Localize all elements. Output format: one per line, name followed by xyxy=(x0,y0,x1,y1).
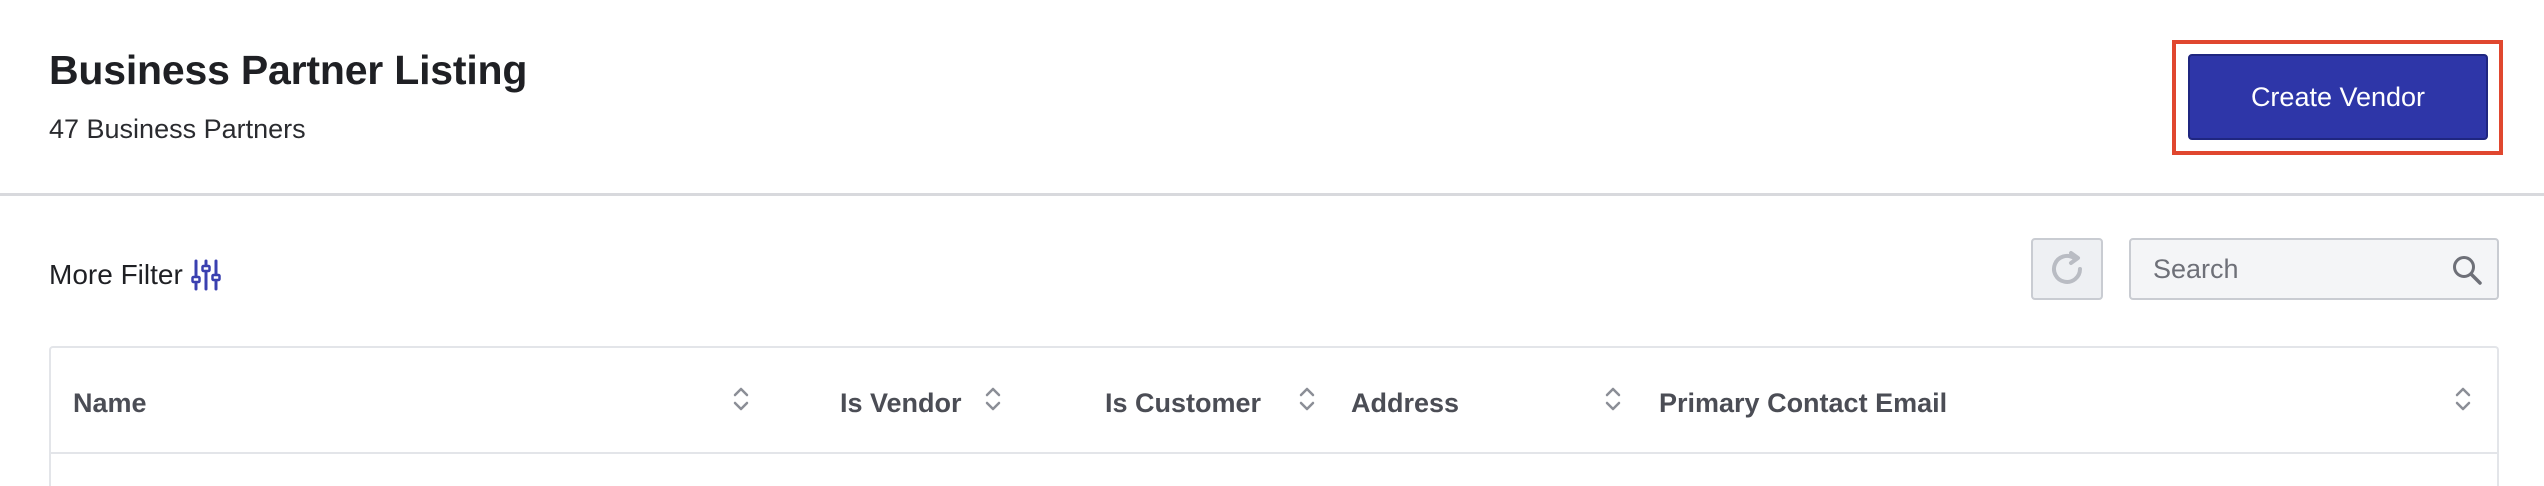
refresh-button[interactable] xyxy=(2031,238,2103,300)
search-input[interactable] xyxy=(2131,240,2453,298)
sliders-icon xyxy=(191,258,221,292)
page-header: Business Partner Listing 47 Business Par… xyxy=(0,0,2544,196)
partners-table: Name Is Vendor Is Customer Address Prima… xyxy=(49,346,2499,486)
table-toolbar: More Filter xyxy=(0,196,2544,346)
create-vendor-button[interactable]: Create Vendor xyxy=(2188,54,2488,140)
column-header-address[interactable]: Address xyxy=(1351,348,1641,452)
page-title: Business Partner Listing xyxy=(49,47,528,93)
column-label-primary-contact-email: Primary Contact Email xyxy=(1659,388,1948,418)
column-label-name: Name xyxy=(73,388,147,418)
more-filter-label: More Filter xyxy=(49,259,183,290)
column-header-is-customer[interactable]: Is Customer xyxy=(1061,348,1351,452)
sort-icon[interactable] xyxy=(731,384,751,414)
partner-count: 47 Business Partners xyxy=(49,114,306,144)
search-icon[interactable] xyxy=(2451,254,2483,286)
column-header-is-vendor[interactable]: Is Vendor xyxy=(801,348,1061,452)
sort-icon[interactable] xyxy=(1297,384,1317,414)
column-label-is-customer: Is Customer xyxy=(1105,388,1262,418)
sort-icon[interactable] xyxy=(983,384,1003,414)
sort-icon[interactable] xyxy=(2453,384,2473,414)
sort-icon[interactable] xyxy=(1603,384,1623,414)
create-vendor-highlight: Create Vendor xyxy=(2172,40,2503,155)
column-header-name[interactable]: Name xyxy=(51,348,801,452)
search-box xyxy=(2129,238,2499,300)
column-label-is-vendor: Is Vendor xyxy=(840,388,962,418)
column-header-primary-contact-email[interactable]: Primary Contact Email xyxy=(1641,348,2497,452)
refresh-icon xyxy=(2052,251,2082,284)
table-header: Name Is Vendor Is Customer Address Prima… xyxy=(51,348,2497,454)
more-filter-button[interactable]: More Filter xyxy=(49,258,221,292)
column-label-address: Address xyxy=(1351,388,1460,418)
